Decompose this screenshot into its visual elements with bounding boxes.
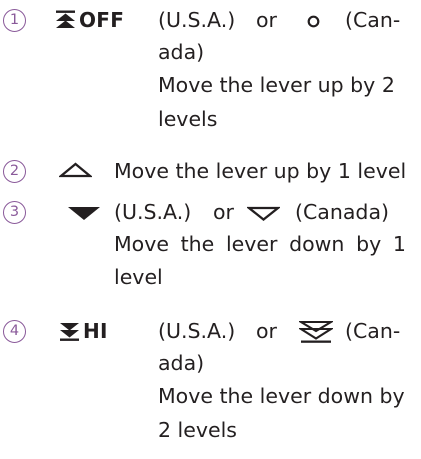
lever-up-two-levels-icon [55, 10, 76, 30]
region-canada: (Can- [345, 319, 401, 343]
desc-word: 1 [392, 232, 406, 256]
region-canada-cont: ada) [158, 40, 205, 64]
item-description: Move the lever up by 2 [158, 73, 395, 97]
item-description-cont: level [114, 265, 163, 289]
item-number: 3 [3, 201, 26, 224]
region-canada-cont: ada) [158, 351, 205, 375]
item-description: Move the lever down by [158, 384, 405, 408]
desc-word: Move [114, 232, 169, 256]
off-label: OFF [79, 8, 125, 32]
item-number: 2 [3, 160, 26, 183]
desc-word: the [180, 232, 215, 256]
outline-double-down-triangle-icon [299, 320, 333, 344]
region-usa: (U.S.A.) [114, 200, 192, 224]
item-number: 4 [3, 320, 26, 343]
or-text: or [213, 200, 234, 224]
item-description-cont: levels [158, 107, 218, 131]
item-description: Move the lever up by 1 level [114, 159, 407, 183]
item-description: Move the lever down by 1 [114, 228, 406, 261]
region-usa: (U.S.A.) [158, 319, 236, 343]
solid-down-triangle-icon [67, 206, 101, 221]
desc-word: by [356, 232, 382, 256]
lever-down-two-levels-icon [59, 322, 80, 342]
region-usa: (U.S.A.) [158, 8, 236, 32]
desc-word: lever [225, 232, 278, 256]
region-canada: (Can- [345, 8, 401, 32]
outline-up-triangle-icon [59, 162, 92, 178]
small-circle-icon [307, 15, 320, 28]
or-text: or [256, 319, 277, 343]
item-number: 1 [3, 9, 26, 32]
desc-word: down [289, 232, 345, 256]
outline-down-triangle-icon [247, 206, 280, 221]
hi-label: HI [83, 319, 108, 343]
region-canada: (Canada) [295, 196, 405, 229]
region-canada-text: (Canada) [295, 200, 390, 224]
or-text: or [256, 8, 277, 32]
item-description-cont: 2 levels [158, 418, 237, 442]
